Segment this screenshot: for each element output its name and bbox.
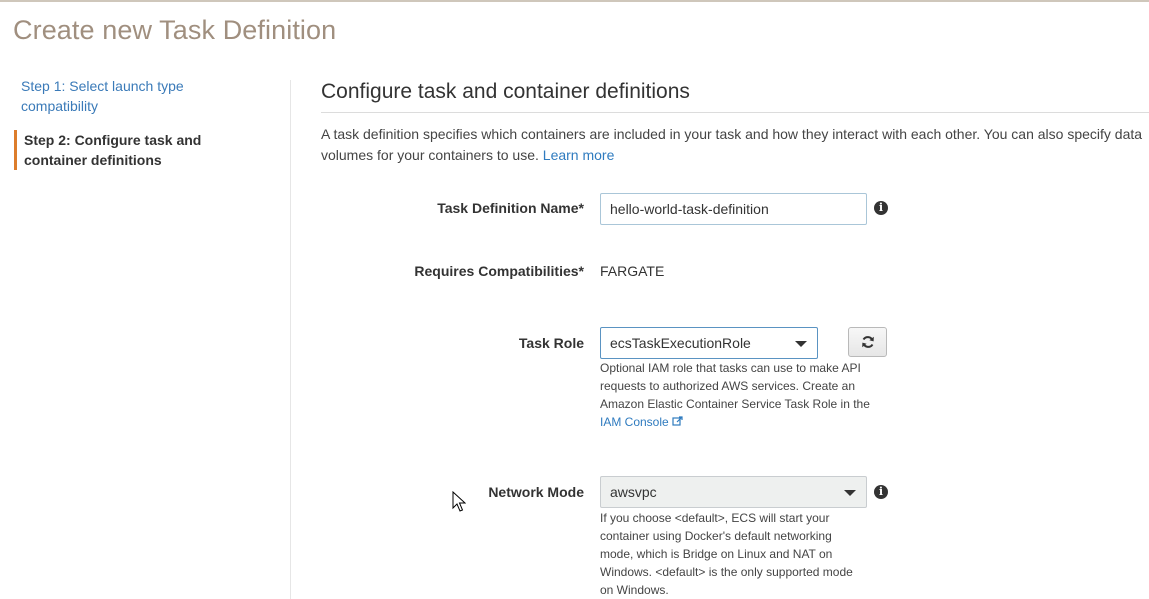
network-mode-select[interactable]: awsvpc	[600, 476, 867, 508]
description-text: A task definition specifies which contai…	[321, 126, 1143, 163]
network-mode-help: If you choose <default>, ECS will start …	[600, 511, 853, 597]
task-role-select[interactable]: ecsTaskExecutionRole	[600, 327, 818, 359]
network-mode-value: awsvpc	[610, 484, 657, 500]
info-icon[interactable]: i	[874, 201, 888, 215]
step-2-active: Step 2: Configure task and container def…	[14, 130, 264, 170]
task-role-help: Optional IAM role that tasks can use to …	[600, 359, 870, 431]
requires-compat-value: FARGATE	[600, 263, 665, 279]
task-role-help-text: Optional IAM role that tasks can use to …	[600, 361, 870, 411]
mouse-cursor-icon	[452, 491, 466, 512]
refresh-icon	[862, 336, 874, 348]
task-def-name-label: Task Definition Name*	[437, 200, 584, 216]
info-icon[interactable]: i	[874, 485, 888, 499]
network-mode-label: Network Mode	[488, 484, 584, 500]
step-1-link[interactable]: Step 1: Select launch type compatibility	[21, 76, 261, 116]
learn-more-link[interactable]: Learn more	[543, 147, 615, 163]
section-title: Configure task and container definitions	[321, 80, 690, 103]
top-rule	[0, 0, 1149, 2]
section-description: A task definition specifies which contai…	[321, 124, 1149, 166]
external-link-icon	[672, 416, 683, 426]
task-role-label: Task Role	[518, 335, 584, 351]
iam-console-link[interactable]: IAM Console	[600, 415, 669, 429]
task-role-value: ecsTaskExecutionRole	[610, 335, 751, 351]
section-divider	[321, 112, 1149, 113]
task-def-name-input[interactable]: hello-world-task-definition	[600, 193, 867, 225]
requires-compat-label: Requires Compatibilities*	[414, 263, 584, 279]
refresh-roles-button[interactable]	[848, 327, 887, 357]
page-title: Create new Task Definition	[13, 15, 337, 45]
chevron-down-icon	[844, 490, 856, 496]
chevron-down-icon	[795, 341, 807, 347]
